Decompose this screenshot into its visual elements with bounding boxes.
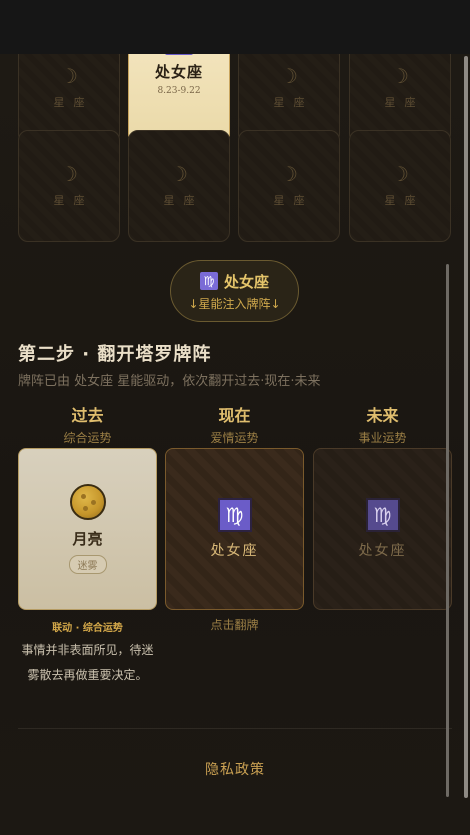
past-column-header: 过去 综合运势 — [18, 402, 157, 446]
privacy-policy-link[interactable]: 隐私政策 — [0, 759, 470, 779]
zodiac-cell-label: 星座 — [273, 194, 314, 207]
past-card-explanation: 事情并非表面所见，待迷雾散去再做重要决定。 — [21, 643, 154, 682]
past-subheading: 综合运势 — [63, 431, 112, 445]
past-heading: 过去 — [71, 406, 104, 425]
zodiac-cell-label: 星座 — [53, 194, 94, 207]
future-heading: 未来 — [366, 406, 399, 425]
scrollbar[interactable] — [464, 54, 468, 835]
moon-icon: ☽ — [391, 64, 409, 88]
present-subheading: 爱情运势 — [210, 431, 259, 445]
zodiac-cell[interactable]: ☽ 星座 — [128, 130, 230, 242]
inner-scrollbar-thumb[interactable] — [446, 264, 449, 797]
divider — [18, 728, 452, 729]
future-subheading: 事业运势 — [358, 431, 407, 445]
virgo-icon: ♍ — [217, 498, 252, 532]
energy-pill-subtitle: ↓星能注入牌阵↓ — [188, 296, 281, 311]
scrollbar-thumb[interactable] — [464, 56, 468, 798]
future-card-facedown[interactable]: ♍ 处女座 — [313, 448, 452, 610]
energy-pill-name: 处女座 — [223, 272, 269, 291]
moon-card-icon — [69, 484, 106, 520]
zodiac-cell-label: 星座 — [53, 96, 94, 109]
moon-icon: ☽ — [391, 162, 409, 186]
zodiac-cell-label: 星座 — [273, 96, 314, 109]
present-column-header: 现在 爱情运势 — [165, 402, 304, 446]
zodiac-cell[interactable]: ☽ 星座 — [18, 130, 120, 242]
top-bar — [0, 0, 470, 54]
present-heading: 现在 — [218, 406, 251, 425]
past-card-name: 月亮 — [72, 530, 103, 548]
past-linked-label: 联动 · 综合运势 — [52, 623, 123, 634]
moon-icon: ☽ — [280, 162, 298, 186]
zodiac-cell-date: 8.23-9.22 — [157, 85, 201, 96]
virgo-icon: ♍ — [199, 272, 218, 290]
energy-pill: ♍ 处女座 ↓星能注入牌阵↓ — [170, 260, 299, 322]
step-description: 牌阵已由 处女座 星能驱动，依次翻开过去·现在·未来 — [18, 374, 321, 389]
moon-icon: ☽ — [170, 162, 188, 186]
zodiac-cell-label: 星座 — [384, 194, 425, 207]
virgo-icon: ♍ — [365, 498, 400, 532]
zodiac-cell[interactable]: ☽ 星座 — [238, 130, 340, 242]
present-card-name: 处女座 — [210, 543, 259, 559]
past-card-tag: 迷雾 — [68, 555, 107, 574]
virgo-icon: ♍ — [165, 54, 193, 55]
step-title: 第二步 · 翻开塔罗牌阵 — [18, 344, 212, 365]
zodiac-cell-name: 处女座 — [154, 62, 203, 81]
zodiac-cell-label: 星座 — [163, 194, 204, 207]
moon-icon: ☽ — [60, 162, 78, 186]
future-column-header: 未来 事业运势 — [313, 402, 452, 446]
zodiac-cell[interactable]: ☽ 星座 — [349, 130, 451, 242]
zodiac-cell-label: 星座 — [384, 96, 425, 109]
flip-card-hint: 点击翻牌 — [210, 618, 259, 632]
moon-icon: ☽ — [60, 64, 78, 88]
moon-icon: ☽ — [280, 64, 298, 88]
present-card-facedown[interactable]: ♍ 处女座 — [165, 448, 304, 610]
future-card-name: 处女座 — [358, 543, 407, 559]
main-scroll-area[interactable]: ☽ 星座 ♍ 处女座 8.23-9.22 ☽ 星座 ☽ 星座 ☽ 星座 ☽ 星座… — [0, 54, 470, 835]
past-card-revealed[interactable]: 月亮 迷雾 — [18, 448, 157, 610]
